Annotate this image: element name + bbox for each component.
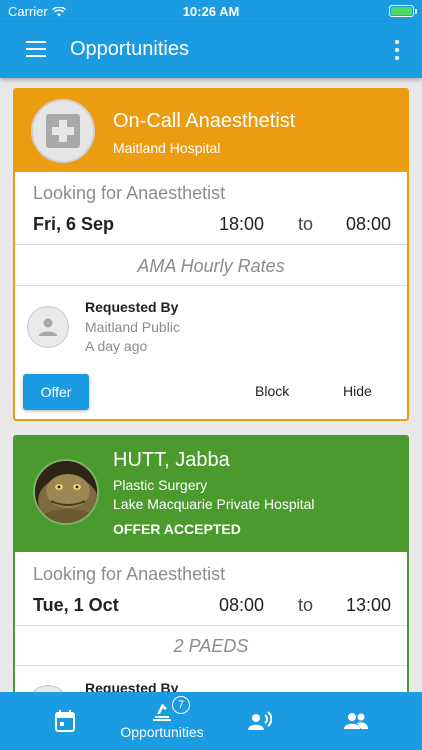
- card-header: HUTT, Jabba Plastic Surgery Lake Macquar…: [15, 437, 407, 552]
- hide-button[interactable]: Hide: [343, 383, 372, 399]
- requester-avatar: [27, 306, 69, 348]
- nav-opportunities[interactable]: 7 Opportunities: [112, 692, 212, 750]
- contact-icon: [248, 711, 272, 730]
- shift-time-row: Tue, 1 Oct 08:00 to 13:00: [33, 595, 391, 619]
- doctor-photo: [33, 459, 99, 525]
- divider: [15, 665, 407, 666]
- shift-to-label: to: [298, 214, 314, 234]
- more-options-icon[interactable]: [394, 40, 400, 60]
- rates-label: AMA Hourly Rates: [137, 256, 285, 276]
- group-icon: [344, 713, 368, 729]
- person-icon: [39, 318, 57, 336]
- nav-calendar[interactable]: [45, 692, 85, 750]
- shift-end: 08:00: [345, 214, 391, 234]
- menu-icon[interactable]: [26, 41, 46, 57]
- opportunities-icon: [153, 704, 171, 721]
- calendar-icon: [55, 710, 75, 732]
- divider: [15, 285, 407, 286]
- requested-by-label: Requested By: [85, 299, 179, 315]
- shift-date: Fri, 6 Sep: [33, 214, 115, 234]
- block-button[interactable]: Block: [255, 383, 289, 399]
- card-hospital: Maitland Hospital: [113, 140, 221, 156]
- shift-end: 13:00: [345, 595, 391, 615]
- card-title: On-Call Anaesthetist: [113, 110, 296, 132]
- requested-time: A day ago: [85, 338, 148, 354]
- divider: [15, 244, 407, 245]
- notification-badge: 7: [172, 696, 190, 714]
- bottom-navigation: 7 Opportunities: [0, 692, 422, 750]
- card-header: On-Call Anaesthetist Maitland Hospital: [15, 90, 407, 172]
- shift-date: Tue, 1 Oct: [33, 595, 119, 615]
- hospital-icon: [31, 99, 95, 163]
- card-specialty: Plastic Surgery: [113, 477, 208, 493]
- battery-icon: [389, 5, 417, 17]
- status-bar: Carrier 10:26 AM: [0, 0, 422, 22]
- offer-button[interactable]: Offer: [23, 374, 89, 410]
- shift-time-row: Fri, 6 Sep 18:00 to 08:00: [33, 214, 391, 238]
- doctor-photo-image: [35, 461, 97, 523]
- card-hospital: Lake Macquarie Private Hospital: [113, 496, 315, 512]
- rates-label: 2 PAEDS: [173, 636, 249, 656]
- shift-start: 08:00: [219, 595, 265, 615]
- opportunity-card[interactable]: On-Call Anaesthetist Maitland Hospital L…: [13, 88, 409, 421]
- nav-group[interactable]: [336, 692, 376, 750]
- nav-label: Opportunities: [120, 724, 204, 740]
- shift-to-label: to: [298, 595, 314, 615]
- clock: 10:26 AM: [182, 4, 240, 19]
- status-badge: OFFER ACCEPTED: [113, 521, 241, 537]
- shift-start: 18:00: [219, 214, 265, 234]
- page-title: Opportunities: [70, 38, 189, 60]
- requester-name: Maitland Public: [85, 319, 180, 335]
- nav-contact[interactable]: [240, 692, 280, 750]
- looking-for-label: Looking for Anaesthetist: [33, 183, 226, 203]
- app-bar: Opportunities: [0, 22, 422, 78]
- looking-for-label: Looking for Anaesthetist: [33, 564, 226, 584]
- divider: [15, 625, 407, 626]
- card-title: HUTT, Jabba: [113, 449, 230, 471]
